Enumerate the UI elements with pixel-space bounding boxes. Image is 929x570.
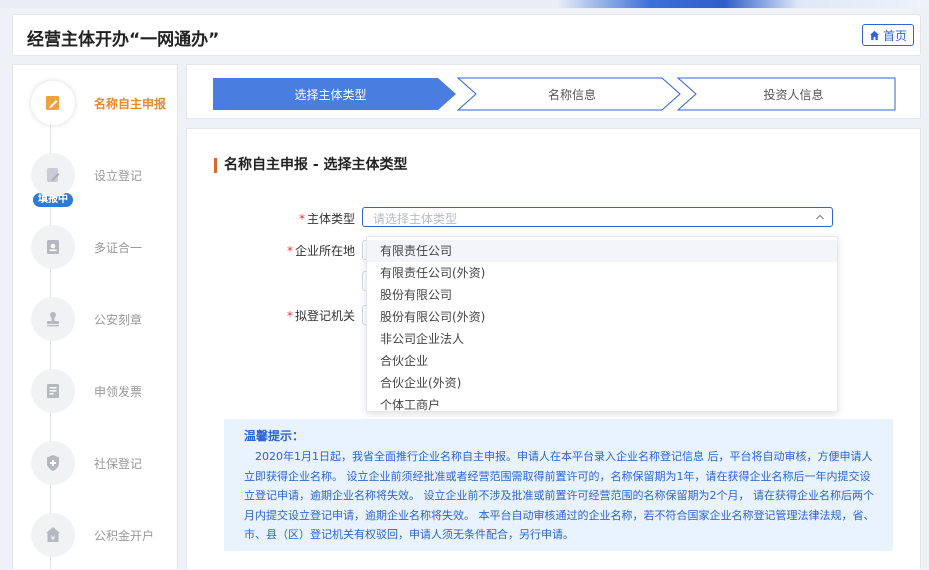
entity-type-dropdown: 有限责任公司 有限责任公司(外资) 股份有限公司 股份有限公司(外资) 非公司企… (366, 236, 838, 412)
dropdown-option[interactable]: 合伙企业(外资) (367, 372, 837, 394)
tips-title: 温馨提示： (244, 429, 305, 443)
registry-label: * 拟登记机关 (286, 309, 355, 323)
id-card-icon (31, 225, 75, 269)
social-security-icon (31, 441, 75, 485)
process-sidebar: 名称自主申报 填报中 设立登记 多证合一 公安刻章 申领发票 社保登记 ¥ 公积… (12, 64, 181, 570)
dropdown-option[interactable]: 股份有限公司(外资) (367, 306, 837, 328)
required-mark: * (286, 244, 293, 258)
sidebar-step-label: 公安刻章 (94, 313, 143, 327)
sidebar-step-social-security[interactable]: 社保登记 (31, 441, 181, 485)
required-mark: * (298, 212, 305, 226)
sidebar-step-label: 公积金开户 (94, 529, 155, 543)
sidebar-step-label: 申领发票 (94, 385, 143, 399)
invoice-icon (31, 369, 75, 413)
sidebar-step-label: 名称自主申报 (94, 97, 167, 111)
sidebar-step-establish[interactable]: 设立登记 (31, 153, 181, 197)
sidebar-step-label: 社保登记 (94, 457, 143, 471)
entity-type-label: * 主体类型 (298, 212, 355, 226)
sidebar-step-label: 设立登记 (94, 169, 143, 183)
progress-step-investor-info[interactable]: 投资人信息 (692, 86, 895, 103)
progress-step-choose-type[interactable]: 选择主体类型 (213, 86, 448, 103)
tips-box: 温馨提示： 2020年1月1日起，我省全面推行企业名称自主申报。申请人在本平台录… (224, 419, 893, 551)
sidebar-step-seal[interactable]: 公安刻章 (31, 297, 181, 341)
sidebar-step-label: 多证合一 (94, 241, 143, 255)
home-icon (869, 30, 880, 40)
progress-step-name-info[interactable]: 名称信息 (472, 86, 672, 103)
stamp-icon (31, 297, 75, 341)
edit-icon (31, 81, 75, 125)
chevron-up-icon (816, 214, 824, 220)
entity-type-select[interactable]: 请选择主体类型 (362, 207, 833, 227)
sidebar-step-housing-fund[interactable]: ¥ 公积金开户 (31, 513, 181, 557)
page-title: 经营主体开办“一网通办” (27, 30, 220, 50)
dropdown-option[interactable]: 股份有限公司 (367, 284, 837, 306)
dropdown-option[interactable]: 非公司企业法人 (367, 328, 837, 350)
sidebar-step-invoice[interactable]: 申领发票 (31, 369, 181, 413)
dropdown-option[interactable]: 合伙企业 (367, 350, 837, 372)
housing-fund-icon: ¥ (31, 513, 75, 557)
dropdown-option[interactable]: 有限责任公司(外资) (367, 262, 837, 284)
dropdown-option[interactable]: 有限责任公司 (367, 240, 837, 262)
dropdown-option[interactable]: 个体工商户 (367, 394, 837, 411)
page-header: 经营主体开办“一网通办” 首页 (12, 14, 921, 56)
svg-text:¥: ¥ (51, 535, 56, 543)
location-label: * 企业所在地 (286, 244, 355, 258)
home-button-label: 首页 (882, 28, 907, 43)
entity-type-placeholder: 请选择主体类型 (373, 212, 458, 226)
top-banner (0, 0, 929, 8)
section-title: 名称自主申报 - 选择主体类型 (214, 158, 408, 173)
sidebar-step-name-declaration[interactable]: 名称自主申报 (31, 81, 181, 125)
sidebar-step-multi-cert[interactable]: 多证合一 (31, 225, 181, 269)
home-button[interactable]: 首页 (862, 24, 914, 46)
tips-text: 2020年1月1日起，我省全面推行企业名称自主申报。申请人在本平台录入企业名称登… (244, 450, 875, 541)
document-edit-icon (31, 153, 75, 197)
required-mark: * (286, 309, 293, 323)
progress-steps: 选择主体类型 名称信息 投资人信息 (186, 64, 921, 119)
